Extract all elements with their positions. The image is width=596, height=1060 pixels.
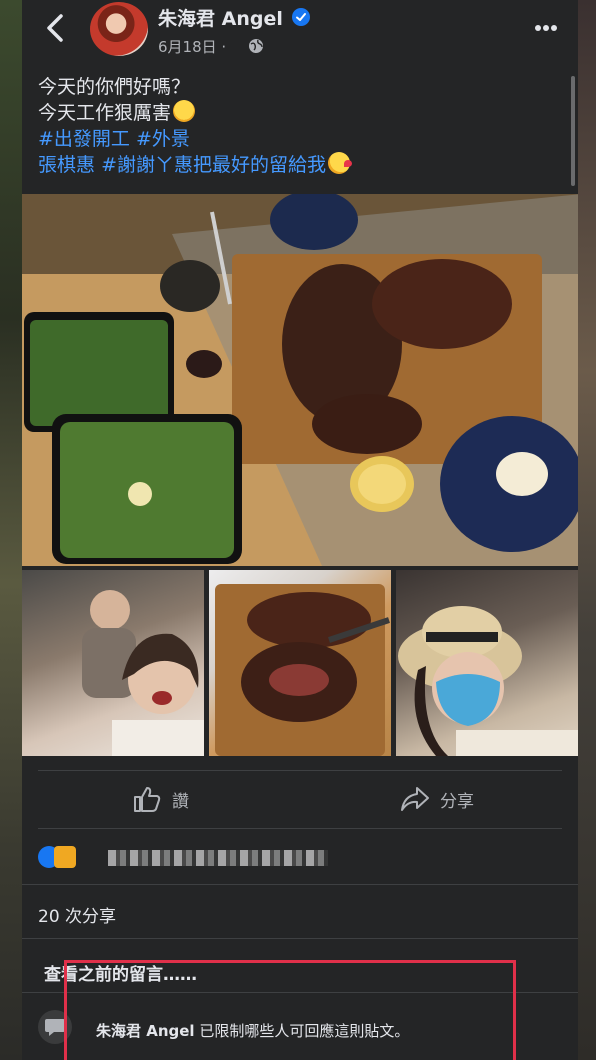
share-label: 分享 xyxy=(440,791,474,812)
share-count[interactable]: 20 次分享 xyxy=(38,902,116,927)
scrollbar[interactable] xyxy=(571,76,575,186)
post-photo-thumb-1[interactable] xyxy=(22,570,204,756)
back-icon[interactable] xyxy=(42,12,70,44)
verified-icon xyxy=(292,8,310,26)
like-label: 讚 xyxy=(172,791,189,812)
steak-table-image xyxy=(22,194,578,566)
share-arrow-icon xyxy=(401,787,429,811)
share-button[interactable]: 分享 xyxy=(400,784,474,814)
avatar[interactable] xyxy=(90,2,148,56)
laughing-emoji-icon xyxy=(173,100,196,122)
hat-mask-selfie-image xyxy=(398,606,578,756)
kiss-emoji-icon xyxy=(327,152,352,174)
steak-board-image xyxy=(215,584,390,756)
post-text: 今天的你們好嗎？ 今天工作狠厲害 #出發開工 #外景 張棋惠 #謝謝ㄚ惠把最好的… xyxy=(38,74,352,178)
divider xyxy=(38,828,562,829)
divider xyxy=(22,938,578,939)
thumbs-up-icon xyxy=(134,787,161,812)
globe-icon xyxy=(249,39,263,53)
post-photo-thumb-3[interactable] xyxy=(396,570,578,756)
care-reaction-icon xyxy=(54,846,76,868)
divider xyxy=(38,770,562,771)
post-line-3: #出發開工 #外景 xyxy=(38,126,350,152)
post-screen: 朱海君 Angel 6月18日 · 今天的你們好嗎？ 今天工作狠厲害 #出發開工… xyxy=(22,0,578,1060)
post-line-2-text: 今天工作狠厲害 xyxy=(38,102,172,124)
author-name[interactable]: 朱海君 Angel xyxy=(158,4,283,31)
post-date[interactable]: 6月18日 · xyxy=(158,36,226,57)
post-line-1: 今天的你們好嗎？ xyxy=(38,76,191,98)
divider xyxy=(22,884,578,885)
post-line-2: 今天工作狠厲害 xyxy=(38,100,350,126)
mention-link[interactable]: 張棋惠 xyxy=(38,154,95,176)
like-button[interactable]: 讚 xyxy=(132,784,189,814)
hashtag-link[interactable]: #出發開工 xyxy=(38,128,130,150)
hashtag-link[interactable]: #外景 xyxy=(136,128,190,150)
post-photo-thumb-2[interactable] xyxy=(209,570,391,756)
more-icon[interactable] xyxy=(534,24,558,32)
hashtag-link[interactable]: #謝謝ㄚ惠把最好的留給我 xyxy=(101,154,326,176)
background-edge-left xyxy=(0,0,22,1060)
post-header: 朱海君 Angel 6月18日 · xyxy=(22,0,578,62)
post-line-4: 張棋惠 #謝謝ㄚ惠把最好的留給我 xyxy=(38,152,352,178)
selfie-image xyxy=(82,590,204,756)
reactor-names-blurred xyxy=(108,850,328,866)
post-photo-main[interactable] xyxy=(22,194,578,566)
reactions-summary[interactable] xyxy=(38,846,558,870)
background-edge-right xyxy=(578,0,596,1060)
highlight-box xyxy=(64,960,516,1060)
